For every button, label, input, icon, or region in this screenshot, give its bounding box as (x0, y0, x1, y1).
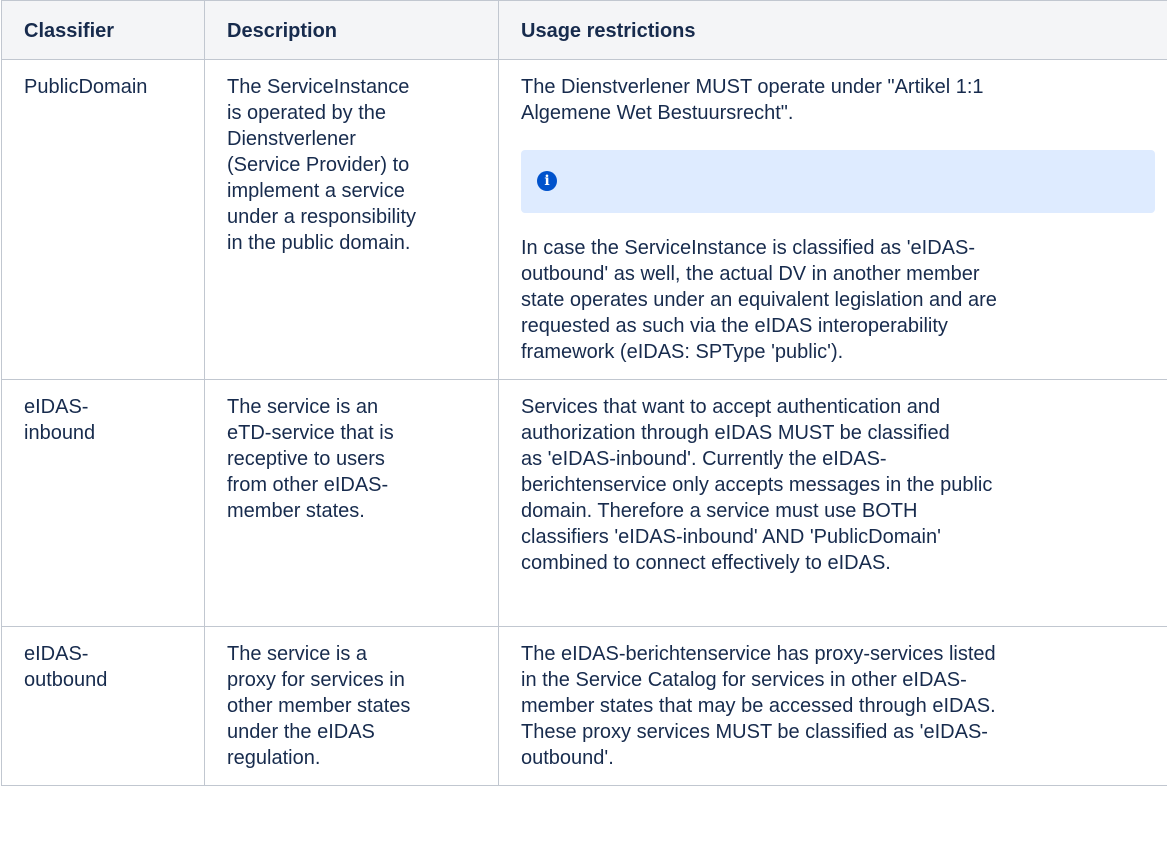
classifier-label: PublicDomain (24, 76, 148, 98)
info-panel: i (521, 150, 1155, 213)
table-row-eidas-inbound: eIDAS- inbound The service is an eTD-ser… (1, 379, 1167, 627)
description-text: The service is an eTD-service that is re… (227, 396, 394, 522)
info-icon: i (537, 171, 557, 191)
table-header-row: Classifier Description Usage restriction… (1, 0, 1167, 60)
cell-description: The ServiceInstance is operated by the D… (204, 59, 499, 380)
header-usage-restrictions: Usage restrictions (498, 0, 1167, 60)
description-text: The service is a proxy for services in o… (227, 643, 411, 769)
usage-text: The eIDAS-berichtenservice has proxy-ser… (521, 643, 996, 769)
cell-usage-restrictions: The eIDAS-berichtenservice has proxy-ser… (498, 626, 1167, 786)
cell-classifier: eIDAS- outbound (1, 626, 205, 786)
cell-classifier: eIDAS- inbound (1, 379, 205, 627)
classifier-label: eIDAS- outbound (24, 643, 108, 691)
cell-usage-restrictions: Services that want to accept authenticat… (498, 379, 1167, 627)
usage-text: Services that want to accept authenticat… (521, 396, 993, 574)
header-classifier: Classifier (1, 0, 205, 60)
cell-usage-restrictions: The Dienstverlener MUST operate under "A… (498, 59, 1167, 380)
classifier-label: eIDAS- inbound (24, 396, 96, 444)
cell-classifier: PublicDomain (1, 59, 205, 380)
classifier-table: Classifier Description Usage restriction… (1, 0, 1167, 786)
usage-note-text: In case the ServiceInstance is classifie… (521, 237, 997, 363)
table-row-publicdomain: PublicDomain The ServiceInstance is oper… (1, 59, 1167, 380)
header-description: Description (204, 0, 499, 60)
cell-description: The service is an eTD-service that is re… (204, 379, 499, 627)
classifier-table-container: Classifier Description Usage restriction… (1, 0, 1167, 858)
table-row-eidas-outbound: eIDAS- outbound The service is a proxy f… (1, 626, 1167, 786)
description-text: The ServiceInstance is operated by the D… (227, 76, 416, 254)
cell-description: The service is a proxy for services in o… (204, 626, 499, 786)
usage-intro-text: The Dienstverlener MUST operate under "A… (521, 76, 984, 124)
